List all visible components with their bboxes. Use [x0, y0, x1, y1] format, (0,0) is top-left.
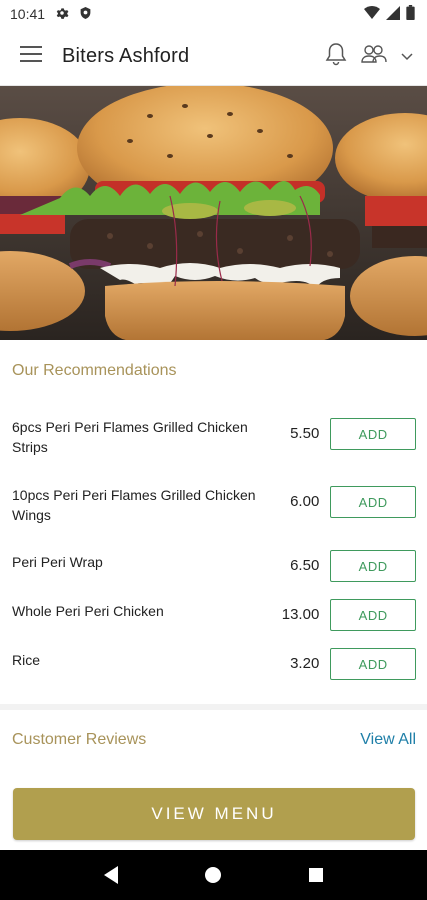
item-name: 10pcs Peri Peri Flames Grilled Chicken W… [12, 487, 256, 523]
chevron-down-icon[interactable] [401, 48, 413, 66]
status-time: 10:41 [10, 6, 46, 22]
battery-icon [406, 5, 415, 23]
shield-icon [79, 6, 92, 23]
list-item: Peri Peri Wrap 6.50 ADD [0, 546, 427, 595]
recommendations-list: 6pcs Peri Peri Flames Grilled Chicken St… [0, 410, 427, 693]
item-price: 13.00 [281, 606, 320, 623]
signal-icon [386, 5, 400, 23]
add-button[interactable]: ADD [330, 418, 417, 450]
reviews-title: Customer Reviews [12, 731, 147, 748]
add-button[interactable]: ADD [330, 486, 417, 518]
view-menu-button[interactable]: VIEW MENU [13, 788, 415, 840]
item-price: 5.50 [290, 425, 320, 442]
recommendations-title: Our Recommendations [12, 362, 177, 379]
users-icon[interactable] [361, 44, 387, 69]
item-name: Rice [12, 652, 41, 668]
item-name: Whole Peri Peri Chicken [12, 603, 164, 619]
system-nav-bar [0, 850, 427, 900]
item-name: Peri Peri Wrap [12, 554, 103, 570]
wifi-icon [364, 5, 380, 23]
list-item: Rice 3.20 ADD [0, 644, 427, 693]
view-all-link[interactable]: View All [360, 731, 416, 749]
reviews-header: Customer Reviews View All [12, 731, 416, 749]
hero-burger-image [0, 86, 427, 340]
list-item: Whole Peri Peri Chicken 13.00 ADD [0, 595, 427, 644]
list-item: 6pcs Peri Peri Flames Grilled Chicken St… [0, 410, 427, 478]
gear-icon [55, 6, 69, 23]
add-button[interactable]: ADD [330, 550, 417, 582]
restaurant-title: Biters Ashford [62, 45, 190, 67]
section-divider [0, 704, 427, 710]
item-name: 6pcs Peri Peri Flames Grilled Chicken St… [12, 419, 248, 455]
add-button[interactable]: ADD [330, 648, 417, 680]
bell-icon[interactable] [325, 42, 347, 71]
add-button[interactable]: ADD [330, 599, 417, 631]
list-item: 10pcs Peri Peri Flames Grilled Chicken W… [0, 478, 427, 546]
item-price: 6.00 [290, 493, 320, 510]
item-price: 3.20 [290, 655, 320, 672]
item-price: 6.50 [290, 557, 320, 574]
back-icon[interactable] [91, 855, 131, 895]
app-bar: Biters Ashford [0, 28, 427, 86]
hamburger-menu-icon[interactable] [20, 45, 42, 68]
recents-icon[interactable] [296, 855, 336, 895]
home-icon[interactable] [193, 855, 233, 895]
status-bar: 10:41 [0, 0, 427, 28]
